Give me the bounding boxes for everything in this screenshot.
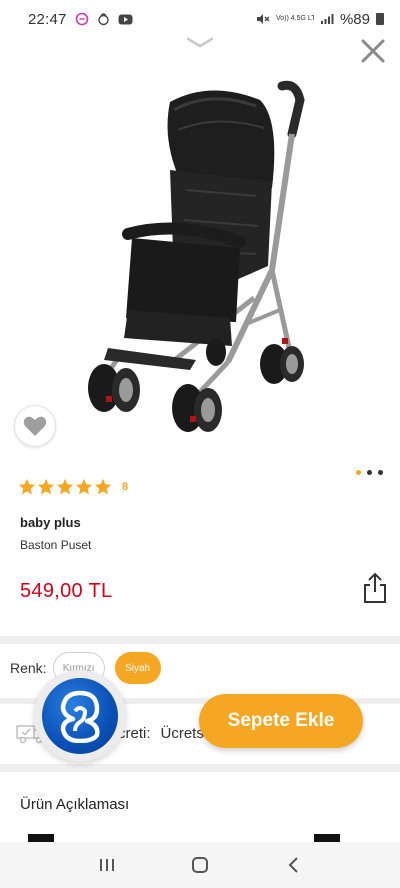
star-icon <box>94 478 112 495</box>
product-rating[interactable]: 8 <box>18 478 128 496</box>
rating-stars <box>18 478 112 496</box>
home-icon <box>191 857 208 873</box>
status-bar: 22:47 Vo)) 4.5G LTE1 %89 <box>0 0 400 38</box>
section-divider <box>0 764 400 772</box>
product-image[interactable] <box>60 70 350 450</box>
section-divider <box>0 636 400 644</box>
assistant-button[interactable] <box>34 670 126 762</box>
gallery-pagination <box>356 470 383 475</box>
description-decor-right <box>314 834 340 842</box>
gallery-dot-2[interactable] <box>367 470 372 475</box>
network-label: Vo)) 4.5G LTE1 <box>275 15 314 22</box>
system-nav-bar <box>0 842 400 888</box>
color-option-black[interactable]: Siyah <box>114 652 161 684</box>
status-right: Vo)) 4.5G LTE1 %89 <box>256 11 384 28</box>
close-button[interactable] <box>358 36 388 66</box>
home-button[interactable] <box>180 850 220 880</box>
signal-icon <box>320 13 334 25</box>
battery-percent: %89 <box>339 10 370 28</box>
gallery-dot-3[interactable] <box>378 470 383 475</box>
star-icon <box>56 478 74 495</box>
gallery-dot-1[interactable] <box>356 470 361 475</box>
star-icon <box>37 478 55 495</box>
favorite-button[interactable] <box>14 405 56 447</box>
product-name: Baston Puset <box>20 538 92 552</box>
description-decor-left <box>28 834 54 842</box>
product-brand[interactable]: baby plus <box>20 515 81 530</box>
share-button[interactable] <box>362 572 388 604</box>
security-notification-icon <box>97 12 110 26</box>
back-button[interactable] <box>273 850 313 880</box>
assistant-logo-icon <box>42 678 118 754</box>
recent-apps-icon <box>99 859 114 871</box>
recent-apps-button[interactable] <box>87 850 127 880</box>
description-title[interactable]: Ürün Açıklaması <box>20 796 129 813</box>
rating-count: 8 <box>122 481 129 493</box>
add-to-cart-button[interactable]: Sepete Ekle <box>199 694 363 748</box>
back-icon <box>288 857 299 873</box>
color-label: Renk: <box>10 660 47 676</box>
mute-icon <box>256 13 270 25</box>
star-icon <box>75 478 93 495</box>
product-price: 549,00 TL <box>20 580 113 602</box>
battery-icon <box>376 13 384 25</box>
chevron-down-icon[interactable] <box>186 36 214 50</box>
star-icon <box>18 478 36 495</box>
youtube-notification-icon <box>118 14 133 25</box>
share-icon <box>364 572 386 603</box>
heart-icon <box>23 416 47 436</box>
status-time: 22:47 <box>28 10 67 28</box>
status-left: 22:47 <box>28 11 133 28</box>
app-notification-icon <box>75 12 89 26</box>
close-icon <box>361 39 385 63</box>
